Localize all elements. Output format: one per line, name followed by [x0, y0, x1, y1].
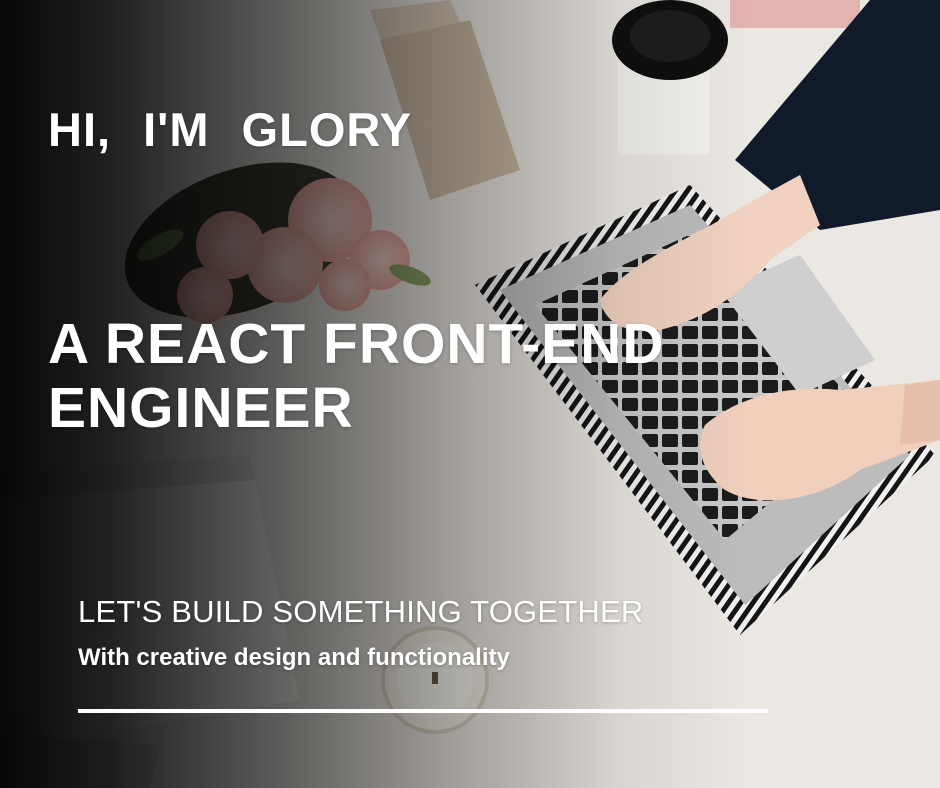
role-heading: A REACT FRONT-END ENGINEER	[48, 312, 665, 440]
hero-banner: HI, I'M GLORY A REACT FRONT-END ENGINEER…	[0, 0, 940, 788]
tagline: LET'S BUILD SOMETHING TOGETHER	[78, 594, 644, 629]
divider-line	[78, 709, 768, 713]
greeting-heading: HI, I'M GLORY	[48, 103, 412, 156]
subline: With creative design and functionality	[78, 644, 510, 671]
